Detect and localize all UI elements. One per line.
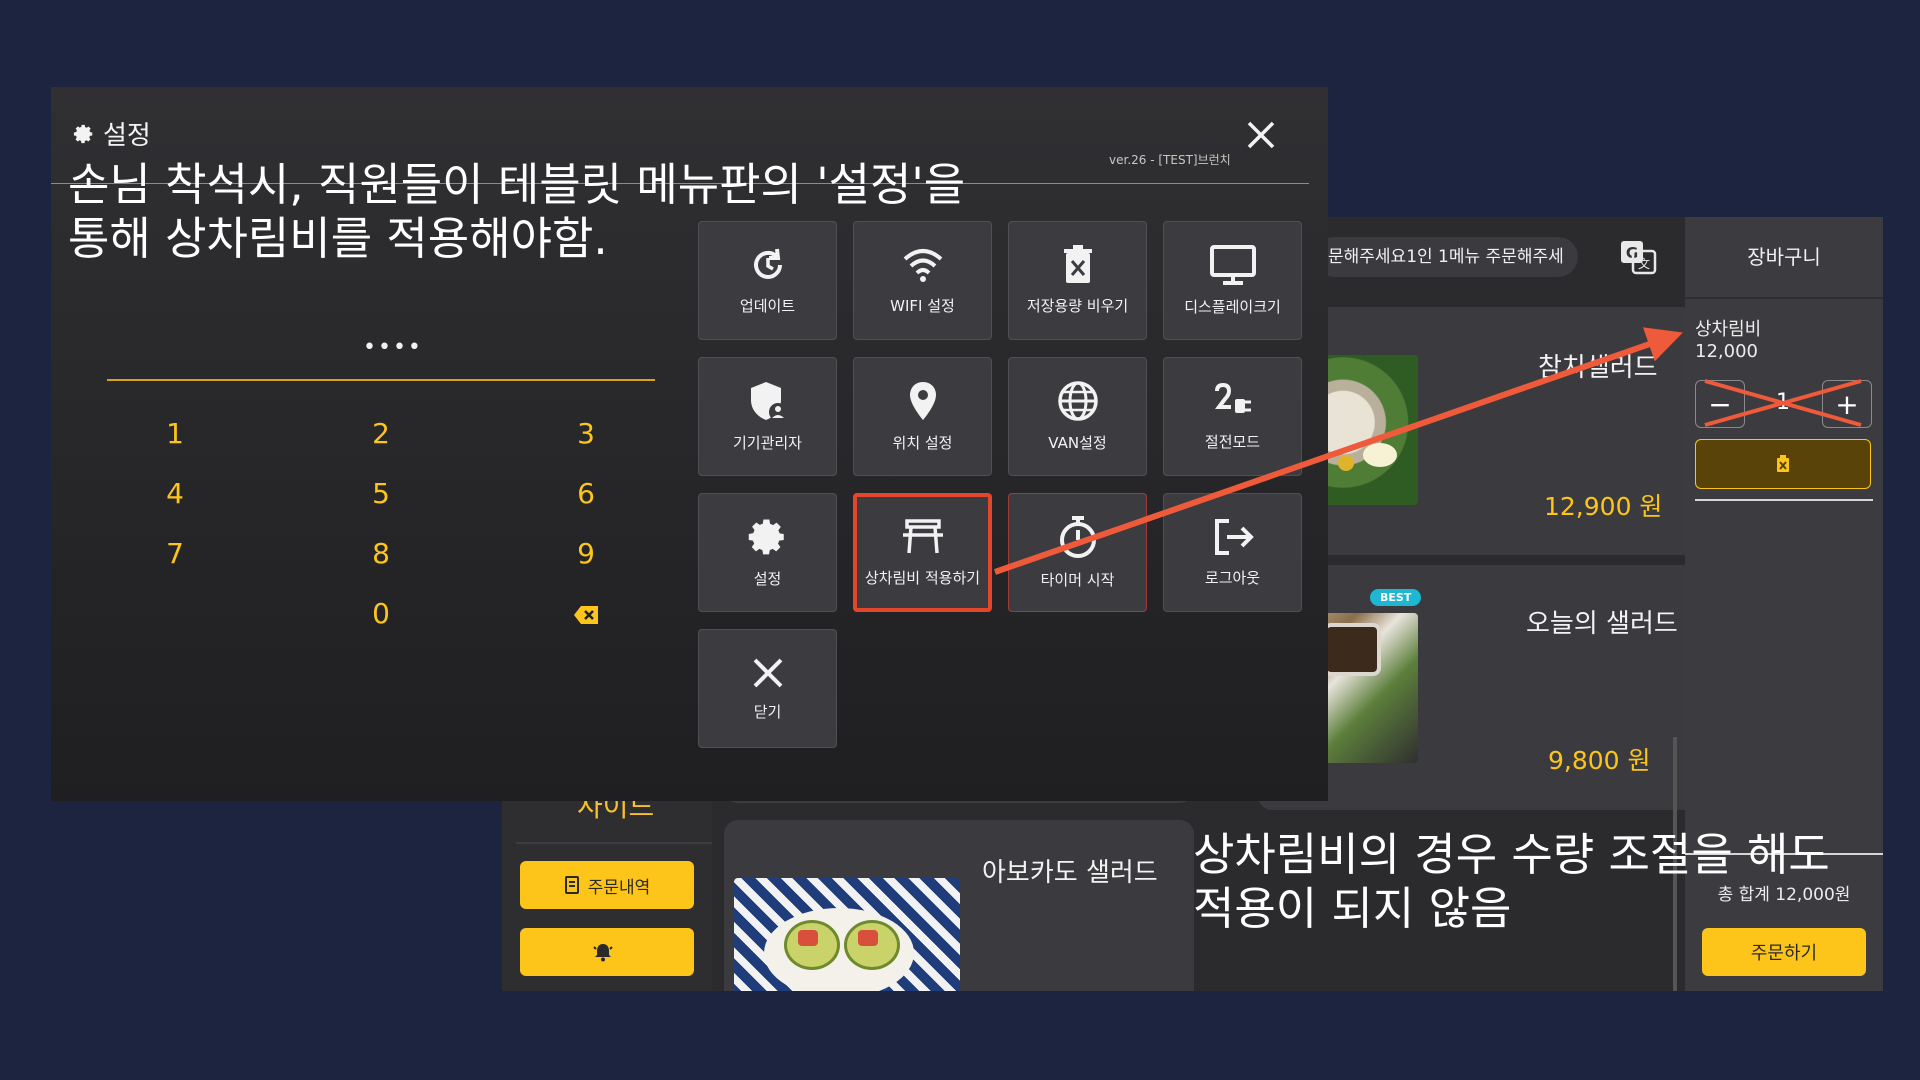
pin-underline <box>107 379 655 381</box>
annotation-text-top: 손님 착석시, 직원들이 테블릿 메뉴판의 '설정'을 통해 상차림비를 적용해… <box>68 158 965 266</box>
keypad-4[interactable]: 4 <box>145 477 205 510</box>
call-staff-button[interactable] <box>520 928 694 976</box>
menu-card-avocado-salad[interactable]: 아보카도 샐러드 <box>724 820 1194 991</box>
tile-apply-table-charge[interactable]: 상차림비 적용하기 <box>853 493 992 612</box>
tile-label: 설정 <box>753 570 782 588</box>
backspace-icon <box>574 606 598 624</box>
keypad-1[interactable]: 1 <box>145 417 205 450</box>
tile-label: 타이머 시작 <box>1040 571 1115 589</box>
bell-icon <box>593 944 613 962</box>
modal-title: 설정 <box>73 115 151 152</box>
svg-text:文: 文 <box>1638 256 1650 271</box>
tile-location-settings[interactable]: 위치 설정 <box>853 357 992 476</box>
close-icon[interactable] <box>1241 115 1281 155</box>
pin-display: •••• <box>363 335 423 360</box>
trash-icon <box>1063 245 1092 283</box>
location-pin-icon <box>909 382 936 420</box>
tile-start-timer[interactable]: 타이머 시작 <box>1008 493 1147 612</box>
tile-logout[interactable]: 로그아웃 <box>1163 493 1302 612</box>
avocado-salad-image <box>734 878 960 991</box>
keypad-backspace[interactable] <box>556 600 616 630</box>
receipt-icon <box>564 876 579 894</box>
tile-van-settings[interactable]: VAN설정 <box>1008 357 1147 476</box>
keypad-0[interactable]: 0 <box>351 597 411 630</box>
order-history-button[interactable]: 주문내역 <box>520 861 694 909</box>
keypad-5[interactable]: 5 <box>351 477 411 510</box>
logout-icon <box>1214 519 1254 555</box>
tile-label: 저장용량 비우기 <box>1026 297 1129 315</box>
menu-name: 참치샐러드 <box>1538 353 1658 383</box>
cart-item-price: 12,000 <box>1695 341 1758 362</box>
tile-power-saving[interactable]: 절전모드 <box>1163 357 1302 476</box>
cart-title: 장바구니 <box>1685 217 1883 299</box>
annotation-line: 적용이 되지 않음 <box>1193 882 1512 935</box>
gear-icon <box>748 519 784 555</box>
tile-label: WIFI 설정 <box>890 297 955 315</box>
tile-device-admin[interactable]: 기기관리자 <box>698 357 837 476</box>
tile-display-size[interactable]: 디스플레이크기 <box>1163 221 1302 340</box>
tile-label: 상차림비 적용하기 <box>864 569 981 587</box>
table-icon <box>902 519 943 554</box>
tile-label: 위치 설정 <box>892 434 953 452</box>
keypad-9[interactable]: 9 <box>556 537 616 570</box>
order-history-label: 주문내역 <box>587 877 651 898</box>
keypad-7[interactable]: 7 <box>145 537 205 570</box>
timer-icon <box>1059 516 1096 558</box>
modal-title-text: 설정 <box>103 121 151 151</box>
tile-close[interactable]: 닫기 <box>698 629 837 748</box>
tile-label: 로그아웃 <box>1204 569 1261 587</box>
strikethrough-mark <box>1704 379 1862 427</box>
cart-divider <box>1695 499 1873 501</box>
trash-icon <box>1777 455 1789 472</box>
tile-settings[interactable]: 설정 <box>698 493 837 612</box>
tile-clear-storage[interactable]: 저장용량 비우기 <box>1008 221 1147 340</box>
tile-label: VAN설정 <box>1048 434 1107 452</box>
annotation-line: 상차림비의 경우 수량 조절을 해도 <box>1193 828 1830 881</box>
notice-banner: 문해주세요1인 1메뉴 주문해주세 <box>1314 237 1578 277</box>
globe-icon <box>1057 381 1098 421</box>
tile-label: 닫기 <box>753 703 782 721</box>
shield-user-icon <box>750 382 787 421</box>
tile-label: 절전모드 <box>1204 433 1261 451</box>
keypad-8[interactable]: 8 <box>351 537 411 570</box>
cart-item-name: 상차림비 <box>1695 319 1762 340</box>
menu-name: 아보카도 샐러드 <box>982 858 1158 888</box>
annotation-line: 손님 착석시, 직원들이 테블릿 메뉴판의 '설정'을 <box>68 158 966 211</box>
keypad-2[interactable]: 2 <box>351 417 411 450</box>
tile-label: 업데이트 <box>739 297 796 315</box>
keypad-6[interactable]: 6 <box>556 477 616 510</box>
version-label: ver.26 - [TEST]브런치 <box>1109 153 1231 167</box>
keypad-3[interactable]: 3 <box>556 417 616 450</box>
menu-price: 9,800 원 <box>1548 746 1651 775</box>
tile-label: 기기관리자 <box>732 434 802 452</box>
best-badge: BEST <box>1370 589 1422 606</box>
menu-price: 12,900 원 <box>1544 492 1663 521</box>
close-icon <box>753 658 782 688</box>
translate-icon[interactable]: G 文 <box>1619 239 1657 275</box>
category-divider <box>516 842 712 844</box>
power-plug-icon <box>1214 382 1251 413</box>
gear-icon <box>73 124 93 143</box>
tile-label: 디스플레이크기 <box>1184 298 1281 316</box>
monitor-icon <box>1209 245 1256 285</box>
menu-name: 오늘의 샐러드 <box>1526 609 1678 639</box>
annotation-text-bottom: 상차림비의 경우 수량 조절을 해도 적용이 되지 않음 <box>1193 828 1830 936</box>
delete-item-button[interactable] <box>1695 439 1871 489</box>
annotation-line: 통해 상차림비를 적용해야함. <box>68 212 608 265</box>
